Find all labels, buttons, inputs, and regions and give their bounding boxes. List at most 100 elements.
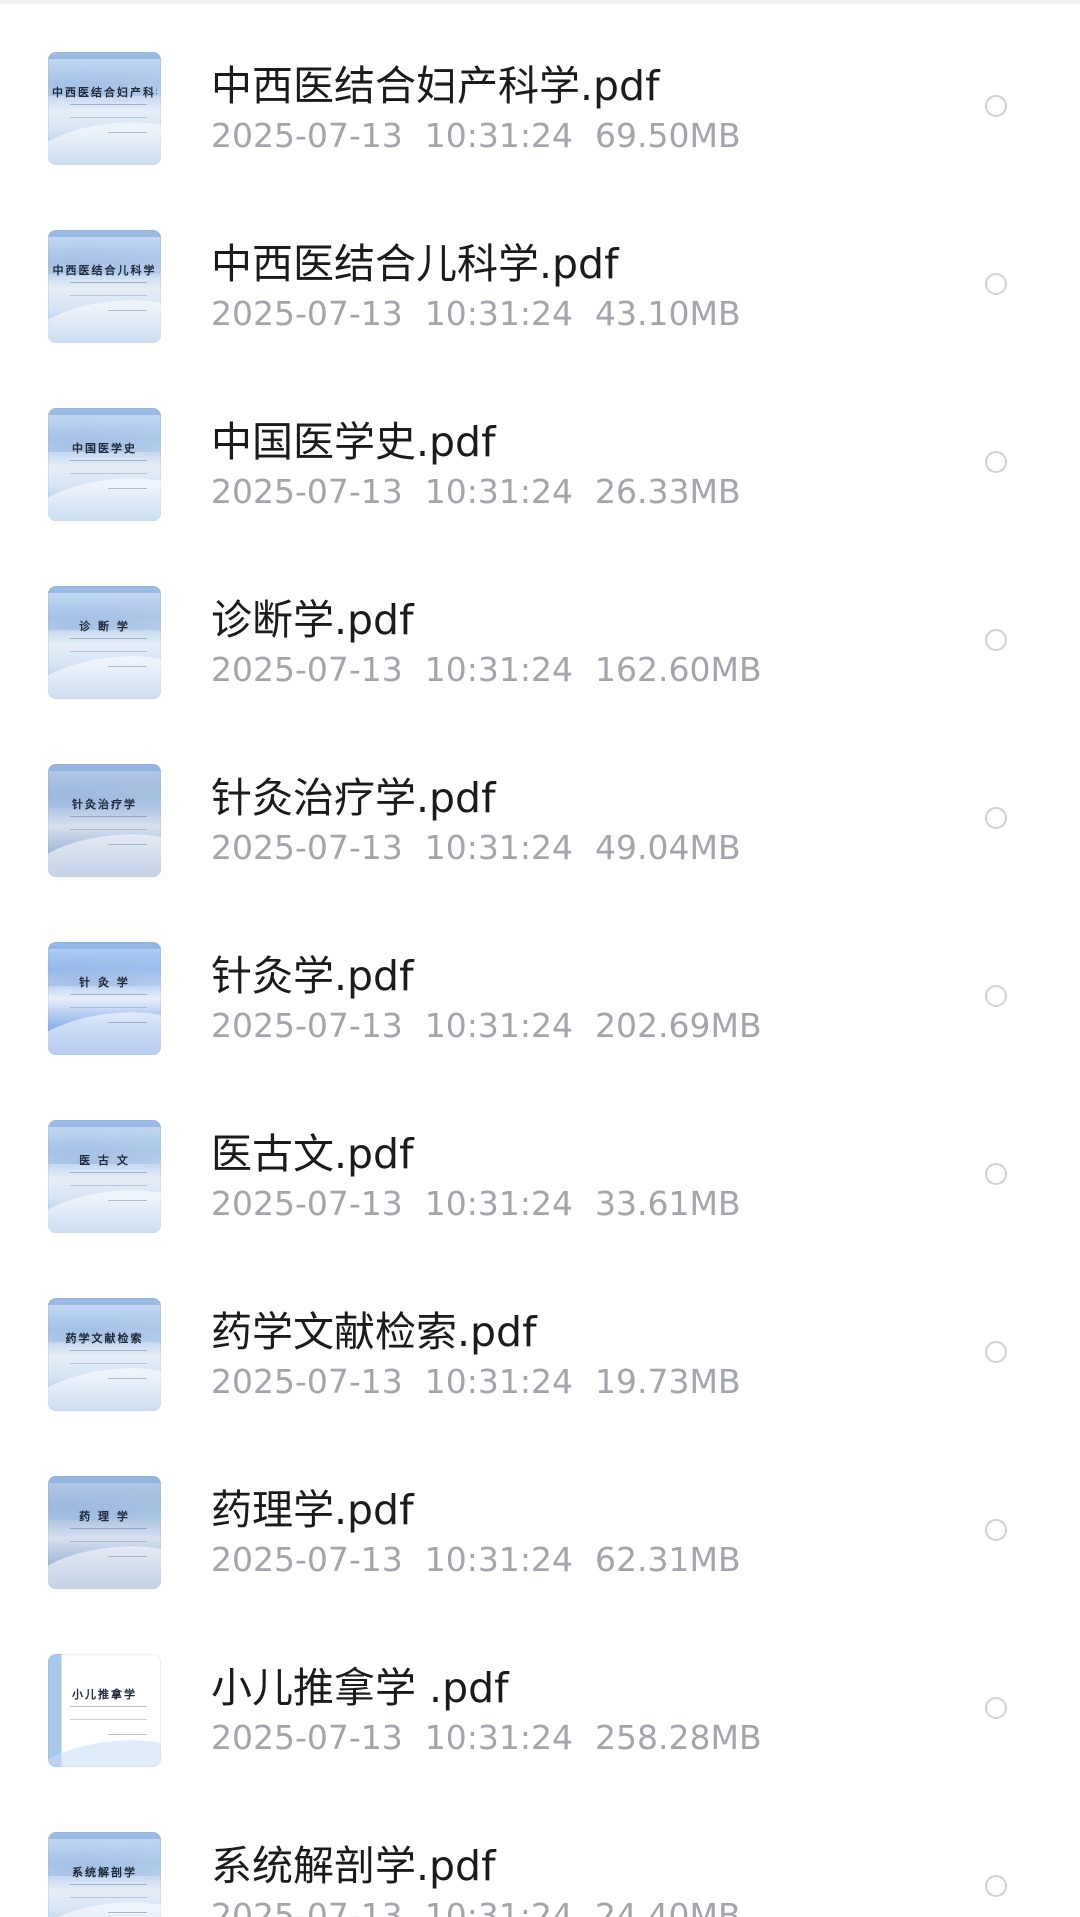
pdf-cover-thumbnail-icon: 中西医结合妇产科学	[48, 52, 161, 165]
file-date: 2025-07-13	[211, 116, 403, 155]
file-date: 2025-07-13	[211, 1006, 403, 1045]
file-meta: 2025-07-13 10:31:24 33.61MB	[211, 1184, 763, 1224]
radio-circle-icon[interactable]	[985, 1341, 1007, 1363]
file-list[interactable]: 中西医结合妇产科学 中西医结合妇产科学.pdf 2025-07-13 10:31:…	[0, 0, 1080, 1917]
pdf-cover-thumbnail-icon: 小儿推拿学	[48, 1654, 161, 1767]
pdf-cover-thumbnail-icon: 诊 断 学	[48, 586, 161, 699]
file-list-item[interactable]: 针 灸 学 针灸学.pdf 2025-07-13 10:31:24 202.69MB	[0, 942, 1080, 1120]
cover-title: 中国医学史	[72, 442, 137, 455]
cover-title: 针灸治疗学	[72, 798, 137, 811]
file-list-item[interactable]: 药 理 学 药理学.pdf 2025-07-13 10:31:24 62.31MB	[0, 1476, 1080, 1654]
radio-circle-icon[interactable]	[985, 807, 1007, 829]
file-name: 医古文.pdf	[211, 1130, 414, 1178]
pdf-cover-thumbnail-icon: 中国医学史	[48, 408, 161, 521]
file-time: 10:31:24	[424, 116, 573, 155]
cover-title: 针 灸 学	[79, 976, 130, 989]
file-name: 中国医学史.pdf	[211, 418, 496, 466]
file-date: 2025-07-13	[211, 1718, 403, 1757]
file-list-item[interactable]: 中西医结合妇产科学 中西医结合妇产科学.pdf 2025-07-13 10:31:…	[0, 52, 1080, 230]
file-size: 43.10MB	[595, 294, 741, 333]
cover-title: 小儿推拿学	[72, 1688, 137, 1701]
file-meta: 2025-07-13 10:31:24 202.69MB	[211, 1006, 784, 1046]
file-date: 2025-07-13	[211, 1540, 403, 1579]
radio-circle-icon[interactable]	[985, 451, 1007, 473]
file-size: 33.61MB	[595, 1184, 741, 1223]
file-date: 2025-07-13	[211, 828, 403, 867]
file-time: 10:31:24	[424, 1896, 573, 1917]
file-meta: 2025-07-13 10:31:24 43.10MB	[211, 294, 763, 334]
file-date: 2025-07-13	[211, 1896, 403, 1917]
pdf-cover-thumbnail-icon: 针灸治疗学	[48, 764, 161, 877]
file-name: 药学文献检索.pdf	[211, 1308, 537, 1356]
pdf-cover-thumbnail-icon: 系统解剖学	[48, 1832, 161, 1917]
pdf-cover-thumbnail-icon: 中西医结合儿科学	[48, 230, 161, 343]
file-size: 24.40MB	[595, 1896, 741, 1917]
file-list-item[interactable]: 小儿推拿学 小儿推拿学 .pdf 2025-07-13 10:31:24 258.2…	[0, 1654, 1080, 1832]
file-meta: 2025-07-13 10:31:24 49.04MB	[211, 828, 763, 868]
file-list-item[interactable]: 医 古 文 医古文.pdf 2025-07-13 10:31:24 33.61MB	[0, 1120, 1080, 1298]
file-name: 药理学.pdf	[211, 1486, 414, 1534]
file-list-item[interactable]: 系统解剖学 系统解剖学.pdf 2025-07-13 10:31:24 24.40M…	[0, 1832, 1080, 1917]
file-date: 2025-07-13	[211, 294, 403, 333]
cover-title: 诊 断 学	[79, 620, 130, 633]
file-meta: 2025-07-13 10:31:24 258.28MB	[211, 1718, 784, 1758]
radio-circle-icon[interactable]	[985, 1875, 1007, 1897]
file-meta: 2025-07-13 10:31:24 26.33MB	[211, 472, 763, 512]
file-date: 2025-07-13	[211, 472, 403, 511]
file-time: 10:31:24	[424, 1184, 573, 1223]
file-time: 10:31:24	[424, 472, 573, 511]
file-list-item[interactable]: 针灸治疗学 针灸治疗学.pdf 2025-07-13 10:31:24 49.04M…	[0, 764, 1080, 942]
file-time: 10:31:24	[424, 294, 573, 333]
file-name: 系统解剖学.pdf	[211, 1842, 496, 1890]
radio-circle-icon[interactable]	[985, 273, 1007, 295]
cover-title: 药 理 学	[79, 1510, 130, 1523]
radio-circle-icon[interactable]	[985, 95, 1007, 117]
radio-circle-icon[interactable]	[985, 1697, 1007, 1719]
file-list-item[interactable]: 中西医结合儿科学 中西医结合儿科学.pdf 2025-07-13 10:31:24…	[0, 230, 1080, 408]
file-name: 小儿推拿学 .pdf	[211, 1664, 509, 1712]
file-size: 26.33MB	[595, 472, 741, 511]
file-time: 10:31:24	[424, 650, 573, 689]
file-size: 258.28MB	[595, 1718, 762, 1757]
file-name: 诊断学.pdf	[211, 596, 414, 644]
file-list-item[interactable]: 诊 断 学 诊断学.pdf 2025-07-13 10:31:24 162.60MB	[0, 586, 1080, 764]
file-size: 162.60MB	[595, 650, 762, 689]
file-date: 2025-07-13	[211, 650, 403, 689]
file-time: 10:31:24	[424, 1718, 573, 1757]
file-size: 62.31MB	[595, 1540, 741, 1579]
file-size: 69.50MB	[595, 116, 741, 155]
file-time: 10:31:24	[424, 1540, 573, 1579]
file-size: 49.04MB	[595, 828, 741, 867]
file-name: 中西医结合妇产科学.pdf	[211, 62, 660, 110]
file-list-item[interactable]: 药学文献检索 药学文献检索.pdf 2025-07-13 10:31:24 19.7…	[0, 1298, 1080, 1476]
file-name: 中西医结合儿科学.pdf	[211, 240, 619, 288]
file-list-item[interactable]: 中国医学史 中国医学史.pdf 2025-07-13 10:31:24 26.33M…	[0, 408, 1080, 586]
pdf-cover-thumbnail-icon: 针 灸 学	[48, 942, 161, 1055]
radio-circle-icon[interactable]	[985, 1163, 1007, 1185]
pdf-cover-thumbnail-icon: 药 理 学	[48, 1476, 161, 1589]
file-meta: 2025-07-13 10:31:24 19.73MB	[211, 1362, 763, 1402]
cover-title: 医 古 文	[79, 1154, 130, 1167]
radio-circle-icon[interactable]	[985, 985, 1007, 1007]
cover-title: 药学文献检索	[65, 1332, 144, 1345]
file-size: 202.69MB	[595, 1006, 762, 1045]
file-time: 10:31:24	[424, 1006, 573, 1045]
cover-title: 系统解剖学	[72, 1866, 137, 1879]
file-time: 10:31:24	[424, 828, 573, 867]
file-name: 针灸治疗学.pdf	[211, 774, 496, 822]
file-name: 针灸学.pdf	[211, 952, 414, 1000]
radio-circle-icon[interactable]	[985, 1519, 1007, 1541]
pdf-cover-thumbnail-icon: 医 古 文	[48, 1120, 161, 1233]
pdf-cover-thumbnail-icon: 药学文献检索	[48, 1298, 161, 1411]
file-meta: 2025-07-13 10:31:24 24.40MB	[211, 1896, 763, 1917]
file-date: 2025-07-13	[211, 1184, 403, 1223]
file-meta: 2025-07-13 10:31:24 62.31MB	[211, 1540, 763, 1580]
cover-title: 中西医结合妇产科学	[52, 86, 157, 99]
file-date: 2025-07-13	[211, 1362, 403, 1401]
file-size: 19.73MB	[595, 1362, 741, 1401]
cover-title: 中西医结合儿科学	[52, 264, 157, 277]
radio-circle-icon[interactable]	[985, 629, 1007, 651]
file-meta: 2025-07-13 10:31:24 162.60MB	[211, 650, 784, 690]
file-time: 10:31:24	[424, 1362, 573, 1401]
file-meta: 2025-07-13 10:31:24 69.50MB	[211, 116, 763, 156]
